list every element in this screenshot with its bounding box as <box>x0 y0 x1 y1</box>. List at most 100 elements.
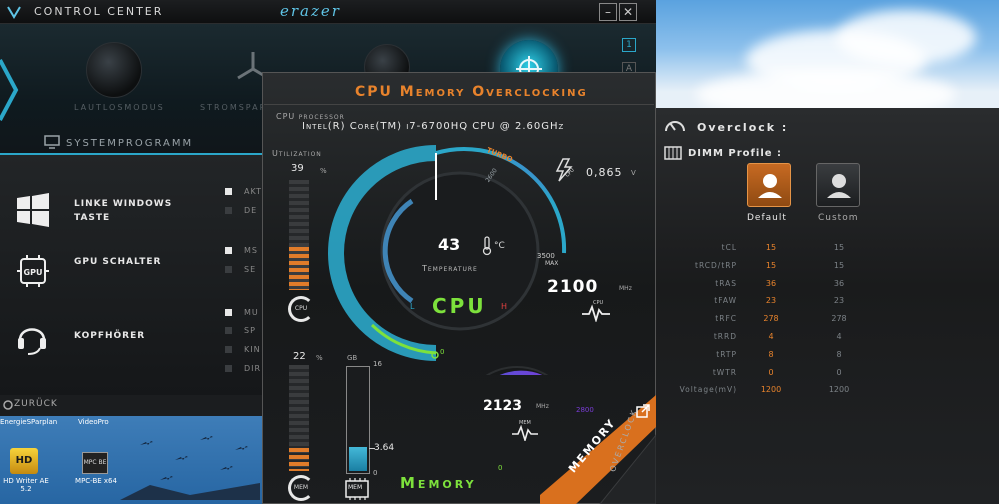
default-profile-label[interactable]: Default <box>747 213 787 223</box>
cpu-temperature-value: 43 <box>438 235 461 254</box>
windows-key-option-1[interactable]: AKT <box>244 187 262 196</box>
custom-profile-label[interactable]: Custom <box>818 213 858 223</box>
desktop-label-energy: EnergieSParplan <box>0 418 58 426</box>
timing-default-voltage[interactable]: 1200 <box>751 385 791 394</box>
windows-key-option-1-checkbox[interactable] <box>225 188 232 195</box>
timing-default-twtr[interactable]: 0 <box>751 368 791 377</box>
close-button[interactable]: ✕ <box>619 3 637 21</box>
cpu-voltage-value: 0,865 <box>586 166 623 179</box>
timing-default-tfaw[interactable]: 23 <box>751 296 791 305</box>
mem-frequency-value: 2123 <box>483 398 522 414</box>
headphones-option-2-checkbox[interactable] <box>225 327 232 334</box>
cpu-temperature-label: Temperature <box>422 264 478 273</box>
gauge-zero-label: 0 <box>440 348 445 356</box>
erazer-logo: erazer <box>280 2 341 20</box>
timing-name-tras: tRAS <box>715 279 737 288</box>
timing-custom-trtp[interactable]: 8 <box>819 350 859 359</box>
timing-default-trfc[interactable]: 278 <box>751 314 791 323</box>
gpu-icon: GPU <box>17 255 49 287</box>
cpu-frequency-value: 2100 <box>547 277 599 297</box>
gauge-low-label: L <box>410 302 415 311</box>
timing-custom-twtr[interactable]: 0 <box>819 368 859 377</box>
cpu-pulse-icon <box>582 304 610 322</box>
hd-writer-label[interactable]: HD Writer AE 5.2 <box>0 477 52 493</box>
silent-mode-button[interactable] <box>86 42 142 98</box>
timing-custom-trcd[interactable]: 15 <box>819 261 859 270</box>
memory-chip-label: MEM <box>348 484 363 491</box>
windows-key-label: LINKE WINDOWS <box>74 199 173 209</box>
timing-default-tcl[interactable]: 15 <box>751 243 791 252</box>
windows-key-option-2-checkbox[interactable] <box>225 207 232 214</box>
mem-current-value: 3.64 <box>374 443 395 453</box>
headphones-option-4-checkbox[interactable] <box>225 365 232 372</box>
mem-utilization-bar <box>289 365 309 471</box>
mpc-be-label[interactable]: MPC-BE x64 <box>70 477 122 485</box>
desktop-label-videopro: VideoPro <box>78 418 109 426</box>
timing-custom-tcl[interactable]: 15 <box>819 243 859 252</box>
back-button[interactable]: ZURÜCK <box>14 399 58 409</box>
mem-usage-bar <box>346 366 370 474</box>
oc-window-title: CPU Memory Overclocking <box>355 84 588 100</box>
user-icon <box>758 174 782 198</box>
timing-custom-trfc[interactable]: 278 <box>819 314 859 323</box>
hd-writer-icon[interactable]: HD <box>10 448 38 474</box>
windows-key-label-2: TASTE <box>74 213 111 223</box>
timing-name-trfc: tRFC <box>715 314 737 323</box>
timing-default-trtp[interactable]: 8 <box>751 350 791 359</box>
mem-utilization-value: 22 <box>293 351 306 362</box>
timing-default-trcd[interactable]: 15 <box>751 261 791 270</box>
monitor-icon <box>44 135 60 149</box>
gpu-option-2[interactable]: SE <box>244 265 256 274</box>
headphones-option-4[interactable]: DIR <box>244 364 261 373</box>
mem-utilization-unit: % <box>316 354 323 362</box>
custom-profile-button[interactable] <box>816 163 860 207</box>
timing-custom-voltage[interactable]: 1200 <box>819 385 859 394</box>
mem-zero-value: 0 <box>373 469 378 477</box>
timing-default-tras[interactable]: 36 <box>751 279 791 288</box>
sky-wallpaper <box>656 0 999 108</box>
cpu-voltage-unit: V <box>631 169 636 177</box>
thermometer-icon <box>482 236 492 256</box>
headphones-option-3[interactable]: KIN <box>244 345 261 354</box>
cpu-temperature-unit: °C <box>494 241 505 251</box>
mem-usage-bar-fill <box>349 447 367 471</box>
timing-name-trrd: tRRD <box>713 332 737 341</box>
windows-icon <box>17 193 49 227</box>
mem-pulse-icon <box>512 425 538 441</box>
cpu-gauge <box>328 145 567 375</box>
mem-total-value: 16 <box>373 360 382 368</box>
gpu-switch-label: GPU SCHALTER <box>74 257 162 267</box>
default-profile-button[interactable] <box>747 163 791 207</box>
control-center-title: CONTROL CENTER <box>34 5 164 18</box>
user-icon <box>827 174 851 198</box>
headphones-option-1[interactable]: MU <box>244 308 259 317</box>
headphones-option-3-checkbox[interactable] <box>225 346 232 353</box>
gauge-max-value: 3500 <box>537 252 555 260</box>
back-icon[interactable] <box>3 400 13 410</box>
timing-name-trtp: tRTP <box>716 350 737 359</box>
headphones-option-1-checkbox[interactable] <box>225 309 232 316</box>
timing-name-twtr: tWTR <box>712 368 737 377</box>
windows-key-option-2[interactable]: DE <box>244 206 257 215</box>
gauge-max-label: MAX <box>545 260 559 267</box>
timing-custom-trrd[interactable]: 4 <box>819 332 859 341</box>
gpu-option-1-checkbox[interactable] <box>225 247 232 254</box>
cpu-section-label: CPU <box>432 294 487 318</box>
timing-default-trrd[interactable]: 4 <box>751 332 791 341</box>
mem-gauge-zero: 0 <box>498 464 503 472</box>
minimize-button[interactable]: – <box>599 3 617 21</box>
left-arrow-icon[interactable] <box>0 40 20 140</box>
mpc-be-icon[interactable]: MPC BE <box>82 452 108 474</box>
overclock-title: Overclock : <box>697 121 789 134</box>
headphones-option-2[interactable]: SP <box>244 326 256 335</box>
cpu-pulse-icon-label: CPU <box>593 300 604 306</box>
timing-custom-tfaw[interactable]: 23 <box>819 296 859 305</box>
gpu-option-1[interactable]: MS <box>244 246 258 255</box>
mem-pulse-icon-label: MEM <box>519 420 531 426</box>
timing-name-voltage: Voltage(mV) <box>679 385 737 394</box>
mem-gb-label: GB <box>347 354 358 362</box>
timing-custom-tras[interactable]: 36 <box>819 279 859 288</box>
gpu-option-2-checkbox[interactable] <box>225 266 232 273</box>
dimm-icon <box>664 146 682 160</box>
side-button-1[interactable]: 1 <box>622 38 636 52</box>
